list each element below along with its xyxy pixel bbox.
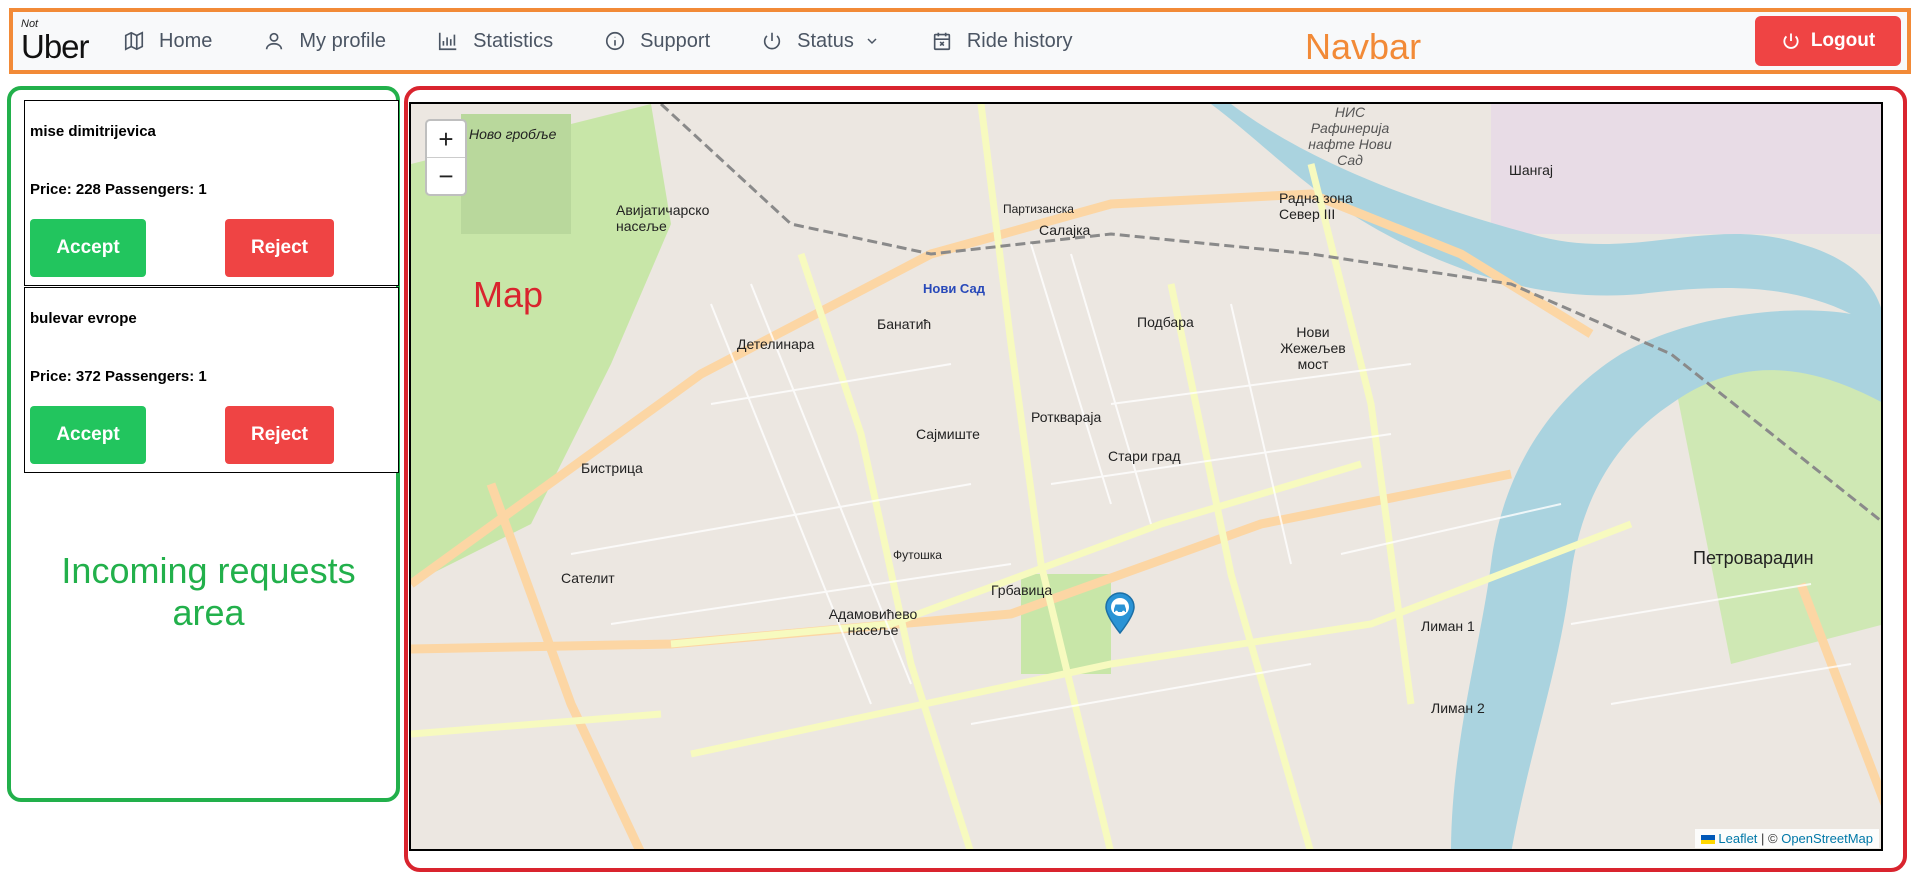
place-label: НИС Рафинерија нафте Нови Сад bbox=[1308, 104, 1392, 168]
bar-chart-icon bbox=[438, 32, 457, 51]
place-label: Нови Жежељев мост bbox=[1280, 324, 1346, 372]
logout-button[interactable]: Logout bbox=[1755, 16, 1901, 66]
nav-menu: Home My profile Statistics Support Statu… bbox=[123, 12, 1123, 70]
logout-label: Logout bbox=[1810, 30, 1876, 51]
map-annotation: Map bbox=[473, 274, 544, 315]
place-label: Сајмиште bbox=[916, 426, 980, 442]
nav-statistics-label: Statistics bbox=[473, 29, 554, 52]
user-icon bbox=[266, 32, 283, 50]
requests-annotation-line2: area bbox=[172, 592, 245, 633]
zoom-control: + − bbox=[425, 119, 467, 196]
navbar: Not Uber Home My profile Statistics Supp… bbox=[9, 8, 1911, 74]
reject-button[interactable]: Reject bbox=[225, 219, 334, 277]
chevron-down-icon bbox=[867, 38, 877, 45]
accept-button[interactable]: Accept bbox=[30, 406, 146, 464]
place-label: Банатић bbox=[877, 316, 932, 332]
place-label: Салајка bbox=[1039, 222, 1091, 238]
nav-support[interactable]: Support bbox=[604, 30, 710, 53]
map-view[interactable]: Ново гробље Авијатичарско насеље Детелин… bbox=[409, 102, 1883, 851]
logo-text: Uber bbox=[21, 28, 90, 65]
car-marker-icon[interactable] bbox=[1104, 592, 1136, 634]
place-label: Шангај bbox=[1509, 162, 1554, 178]
ukraine-flag-icon bbox=[1701, 835, 1716, 845]
nav-ride-history[interactable]: Ride history bbox=[931, 29, 1073, 53]
place-label: Стари град bbox=[1108, 448, 1181, 464]
place-label: Подбара bbox=[1137, 314, 1194, 330]
zoom-out-button[interactable]: − bbox=[427, 158, 465, 194]
place-label: Адамовићево насеље bbox=[828, 606, 918, 638]
place-label: Ротквараја bbox=[1031, 409, 1102, 425]
reject-button[interactable]: Reject bbox=[225, 406, 334, 464]
incoming-requests-area: mise dimitrijevica Price: 228 Passengers… bbox=[7, 86, 400, 802]
nav-support-label: Support bbox=[640, 29, 711, 52]
nav-status-label: Status bbox=[797, 29, 854, 52]
request-info: Price: 228 Passengers: 1 bbox=[30, 181, 207, 198]
place-label: Ново гробље bbox=[469, 126, 557, 142]
place-label: Детелинара bbox=[737, 336, 815, 352]
navbar-annotation: Navbar bbox=[1305, 26, 1422, 67]
place-label: Лиман 2 bbox=[1431, 700, 1485, 716]
nav-my-profile-label: My profile bbox=[299, 29, 387, 52]
place-label: Сателит bbox=[561, 570, 615, 586]
attribution-separator: | © bbox=[1757, 831, 1782, 846]
osm-link[interactable]: OpenStreetMap bbox=[1781, 831, 1873, 846]
nav-statistics[interactable]: Statistics bbox=[437, 30, 553, 53]
request-address: mise dimitrijevica bbox=[30, 123, 156, 140]
request-info: Price: 372 Passengers: 1 bbox=[30, 368, 207, 385]
requests-annotation-line1: Incoming requests bbox=[61, 550, 356, 591]
road-label: Футошка bbox=[893, 548, 942, 562]
map-attribution: Leaflet | © OpenStreetMap bbox=[1695, 829, 1879, 848]
place-label: Радна зона Север III bbox=[1279, 190, 1353, 222]
road-label: Партизанска bbox=[1003, 202, 1074, 216]
nav-ride-history-label: Ride history bbox=[966, 29, 1073, 52]
place-label: Нови Сад bbox=[923, 281, 985, 296]
nav-home-label: Home bbox=[159, 29, 213, 52]
requests-annotation: Incoming requests area bbox=[21, 550, 396, 634]
app-logo[interactable]: Not Uber bbox=[21, 18, 93, 65]
power-icon bbox=[1783, 33, 1799, 49]
place-label: Бистрица bbox=[581, 460, 643, 476]
map-icon bbox=[124, 31, 144, 51]
place-label: Грбавица bbox=[991, 582, 1053, 598]
place-label: Авијатичарско насеље bbox=[616, 202, 710, 234]
leaflet-link[interactable]: Leaflet bbox=[1718, 831, 1757, 846]
nav-my-profile[interactable]: My profile bbox=[263, 30, 386, 53]
zoom-in-button[interactable]: + bbox=[427, 121, 465, 158]
request-card: mise dimitrijevica Price: 228 Passengers… bbox=[24, 100, 399, 286]
power-icon bbox=[764, 32, 781, 50]
request-card: bulevar evrope Price: 372 Passengers: 1 … bbox=[24, 287, 399, 473]
request-address: bulevar evrope bbox=[30, 310, 137, 327]
nav-home[interactable]: Home bbox=[123, 30, 212, 53]
nav-status-dropdown[interactable]: Status bbox=[761, 30, 880, 53]
place-label: Лиман 1 bbox=[1421, 618, 1475, 634]
place-label: Петроварадин bbox=[1693, 548, 1814, 568]
accept-button[interactable]: Accept bbox=[30, 219, 146, 277]
calendar-icon bbox=[933, 32, 951, 51]
info-icon bbox=[606, 31, 625, 51]
